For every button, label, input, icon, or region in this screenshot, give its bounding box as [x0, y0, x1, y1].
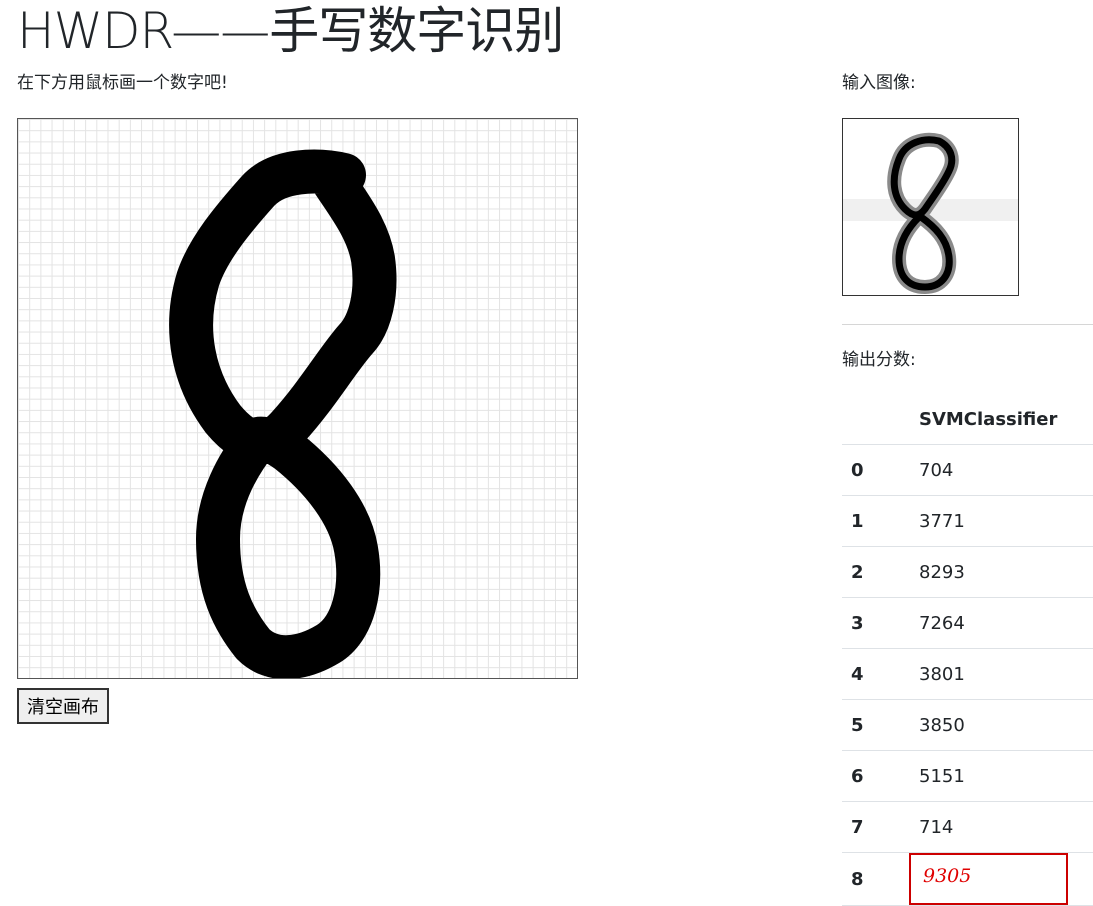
row-score-cell: 704 [919, 444, 1093, 496]
row-score: 5151 [919, 765, 965, 787]
row-digit: 8 [842, 852, 919, 906]
row-score: 704 [919, 459, 954, 481]
row-score-cell: 3771 [919, 495, 1093, 547]
table-row: 7 714 [842, 801, 1093, 853]
table-corner-cell [842, 394, 919, 445]
output-score-label: 输出分数: [842, 350, 916, 370]
preview-digit-image [843, 132, 1018, 294]
row-digit: 6 [842, 750, 919, 802]
table-row: 3 7264 [842, 597, 1093, 649]
row-score-cell: 7264 [919, 597, 1093, 649]
top-score-value: 9305 [909, 853, 1068, 905]
row-score-cell: 8293 [919, 546, 1093, 598]
row-digit: 1 [842, 495, 919, 547]
table-row: 5 3850 [842, 699, 1093, 751]
row-digit: 2 [842, 546, 919, 598]
table-row: 8 9305 [842, 852, 1093, 906]
table-row: 0 704 [842, 444, 1093, 496]
table-row: 2 8293 [842, 546, 1093, 598]
row-score-cell: 5151 [919, 750, 1093, 802]
table-row: 6 5151 [842, 750, 1093, 802]
row-score-cell: 714 [919, 801, 1093, 853]
table-row: 1 3771 [842, 495, 1093, 547]
input-image-label: 输入图像: [842, 73, 916, 93]
row-digit: 5 [842, 699, 919, 751]
score-table-body: 0 704 1 3771 2 8293 3 7264 4 3801 5 3850 6 5151 7 714 8 9… [842, 444, 1093, 906]
section-divider [842, 324, 1093, 325]
row-digit: 0 [842, 444, 919, 496]
page-title: HWDR——手写数字识别 [17, 2, 564, 60]
row-score: 714 [919, 816, 954, 838]
row-digit: 4 [842, 648, 919, 700]
drawn-digit-stroke [169, 149, 397, 678]
column-header-svmclassifier: SVMClassifier [919, 394, 1093, 445]
row-digit: 7 [842, 801, 919, 853]
row-score-cell: 3850 [919, 699, 1093, 751]
drawing-canvas[interactable] [17, 118, 578, 679]
row-score: 3801 [919, 663, 965, 685]
row-score: 7264 [919, 612, 965, 634]
row-score-cell: 3801 [919, 648, 1093, 700]
row-score: 8293 [919, 561, 965, 583]
table-row: 4 3801 [842, 648, 1093, 700]
clear-canvas-button[interactable]: 清空画布 [17, 688, 109, 724]
input-image-preview [842, 118, 1019, 296]
row-score: 3850 [919, 714, 965, 736]
row-score: 3771 [919, 510, 965, 532]
draw-instruction: 在下方用鼠标画一个数字吧! [17, 73, 228, 93]
row-digit: 3 [842, 597, 919, 649]
table-header-row: SVMClassifier [842, 394, 1093, 445]
score-table: SVMClassifier 0 704 1 3771 2 8293 3 7264 4 3801 5 3… [842, 394, 1093, 906]
row-score-cell: 9305 [909, 852, 1093, 906]
